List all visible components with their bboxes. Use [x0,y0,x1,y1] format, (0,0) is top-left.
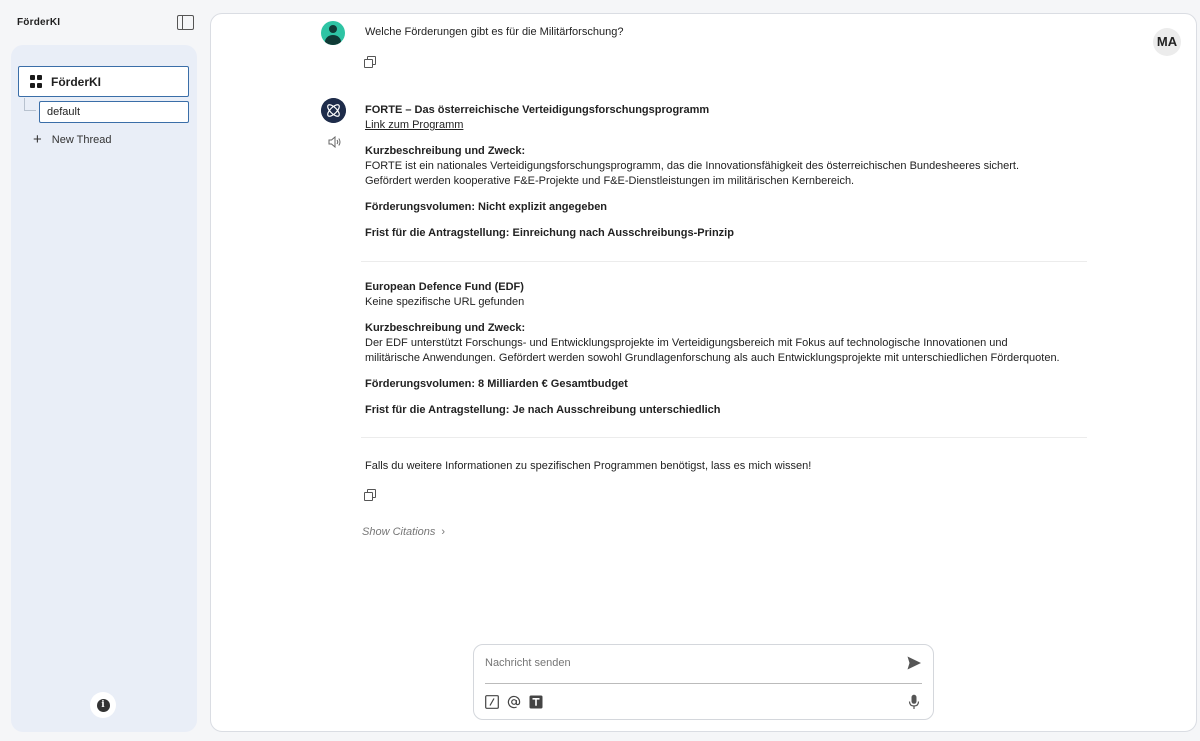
program-title: European Defence Fund (EDF) [365,281,524,293]
info-button[interactable]: i [90,692,116,718]
divider [361,437,1087,438]
text-format-icon[interactable] [529,695,543,709]
plus-icon: + [33,131,42,148]
divider [361,261,1087,262]
show-citations-button[interactable]: Show Citations › [362,526,445,538]
user-avatar [321,21,345,45]
chevron-right-icon: › [441,526,446,538]
program-volume: Förderungsvolumen: 8 Milliarden € Gesamt… [365,378,628,390]
user-message: Welche Förderungen gibt es für die Milit… [365,26,624,38]
program-block-edf: European Defence Fund (EDF) Keine spezif… [365,280,1065,418]
microphone-icon[interactable] [907,694,921,710]
sidebar: FörderKI default + New Thread i [11,45,197,732]
send-icon[interactable] [906,655,922,671]
thread-item-default[interactable]: default [39,101,189,123]
user-badge[interactable]: MA [1153,28,1181,56]
program-block-forte: FORTE – Das österreichische Verteidigung… [365,103,1065,241]
composer-divider [485,683,922,684]
program-volume: Förderungsvolumen: Nicht explizit angege… [365,201,608,213]
program-deadline: Frist für die Antragstellung: Je nach Au… [365,404,721,416]
program-description: Der EDF unterstützt Forschungs- und Entw… [365,337,1060,364]
bot-avatar [321,98,346,123]
message-composer [473,644,934,720]
chat-panel: MA Welche Förderungen gibt es für die Mi… [210,13,1197,732]
new-thread-label: New Thread [51,134,112,146]
copy-icon[interactable] [364,489,376,501]
program-link[interactable]: Link zum Programm [365,119,463,131]
grid-icon [30,75,43,88]
program-description: FORTE ist ein nationales Verteidigungsfo… [365,160,1020,187]
copy-icon[interactable] [364,56,376,68]
tree-connector [24,98,36,111]
mention-icon[interactable] [507,695,521,709]
description-heading: Kurzbeschreibung und Zweck: [365,145,526,157]
description-heading: Kurzbeschreibung und Zweck: [365,322,526,334]
program-title: FORTE – Das österreichische Verteidigung… [365,104,710,116]
program-deadline: Frist für die Antragstellung: Einreichun… [365,227,734,239]
message-input[interactable] [485,654,885,672]
app-title: FörderKI [17,17,61,28]
new-thread-button[interactable]: + New Thread [33,131,111,149]
slash-command-icon[interactable] [485,695,499,709]
workspace-label: FörderKI [51,74,102,89]
info-icon: i [96,698,110,712]
show-citations-label: Show Citations [362,526,436,538]
speaker-icon[interactable] [328,136,342,148]
workspace-item[interactable]: FörderKI [18,66,189,97]
sidebar-toggle-icon[interactable] [177,15,194,30]
program-link-note: Keine spezifische URL gefunden [365,296,525,308]
closing-message: Falls du weitere Informationen zu spezif… [365,460,812,472]
